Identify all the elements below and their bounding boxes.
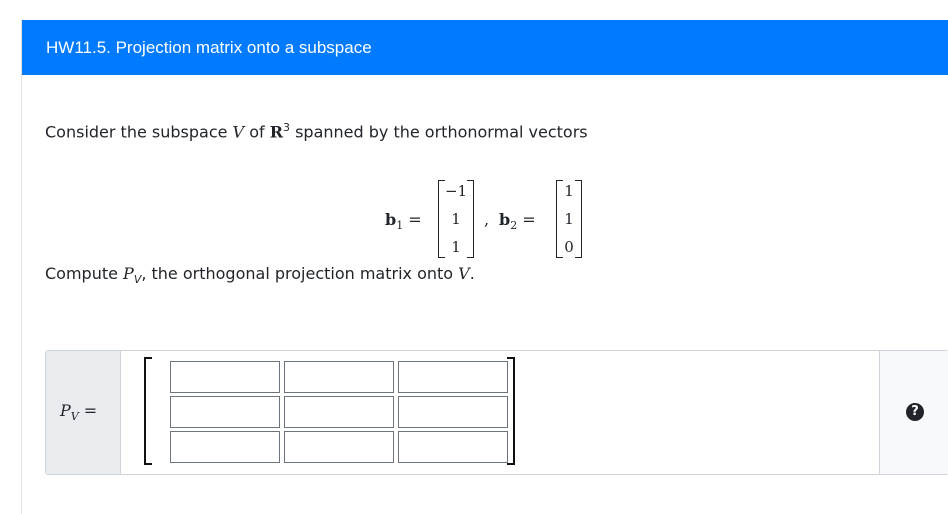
projection-symbol: P: [123, 264, 134, 283]
matrix-right-bracket: [507, 357, 515, 465]
compute-prompt: Compute P V, the orthogonal projection ma…: [45, 263, 475, 291]
compute-period: .: [469, 264, 475, 283]
matrix-cell-r1c2[interactable]: [284, 361, 394, 393]
matrix-cell-r2c1[interactable]: [170, 396, 280, 428]
answer-input-group: PV = ?: [45, 350, 948, 475]
compute-subspace-symbol: V: [458, 264, 470, 283]
basis-vectors: b1 = −1 1 1 , b2 = 1 1 0: [22, 180, 948, 260]
prompt-reals-exponent: 3: [283, 121, 290, 134]
answer-label: PV =: [46, 351, 121, 474]
matrix-cell-r3c1[interactable]: [170, 431, 280, 463]
prompt-text-2: of: [244, 122, 270, 142]
matrix-cell-r2c2[interactable]: [284, 396, 394, 428]
compute-text-1: Compute: [45, 264, 124, 283]
matrix-left-bracket: [144, 357, 152, 465]
b1-entry: 1: [451, 238, 461, 256]
vector-separator: ,: [484, 210, 490, 229]
b2-label: b2 =: [499, 210, 536, 233]
question-title: HW11.5. Projection matrix onto a subspac…: [22, 20, 948, 75]
question-prompt: Consider the subspace V of R3 spanned by…: [45, 117, 588, 143]
help-area: ?: [879, 351, 948, 474]
prompt-text-3: spanned by the orthonormal vectors: [290, 122, 588, 142]
prompt-subspace-symbol: V: [232, 122, 245, 142]
b1-entry: 1: [451, 210, 461, 228]
question-circle-icon[interactable]: ?: [906, 403, 924, 421]
b1-entry: −1: [444, 182, 468, 200]
matrix-cell-r1c3[interactable]: [398, 361, 508, 393]
prompt-reals-symbol: R: [269, 122, 283, 142]
b1-vector: −1 1 1: [438, 180, 474, 258]
b2-entry: 1: [564, 182, 574, 200]
compute-text-2: , the orthogonal projection matrix onto: [141, 264, 459, 283]
question-card: HW11.5. Projection matrix onto a subspac…: [21, 20, 948, 514]
b2-entry: 0: [564, 238, 574, 256]
matrix-cell-r2c3[interactable]: [398, 396, 508, 428]
matrix-cell-r1c1[interactable]: [170, 361, 280, 393]
b1-label: b1 =: [385, 210, 422, 233]
matrix-cell-r3c2[interactable]: [284, 431, 394, 463]
b2-vector: 1 1 0: [556, 180, 582, 258]
answer-label-subscript: V: [70, 410, 79, 424]
prompt-text-1: Consider the subspace: [45, 122, 233, 142]
answer-label-equals: =: [78, 401, 98, 420]
answer-label-symbol: P: [60, 401, 71, 420]
b2-entry: 1: [564, 210, 574, 228]
matrix-cell-r3c3[interactable]: [398, 431, 508, 463]
